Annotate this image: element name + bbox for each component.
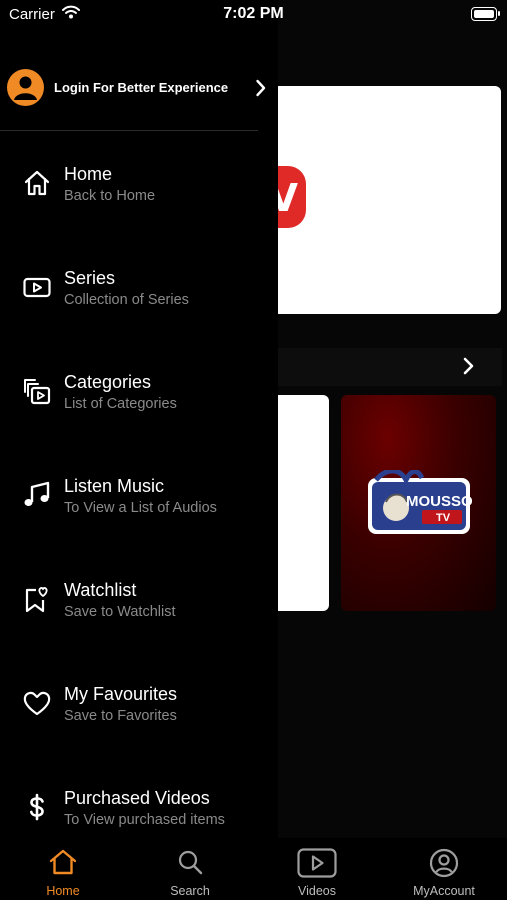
mousso-tv-logo: MOUSSO TV (368, 470, 472, 534)
tab-search[interactable]: Search (127, 838, 253, 900)
menu-item-subtitle: To View a List of Audios (64, 500, 217, 516)
menu-item-subtitle: Back to Home (64, 188, 156, 204)
menu-item-title: Listen Music (64, 476, 165, 496)
menu-item-subtitle: Collection of Series (64, 292, 189, 308)
menu-item-subtitle: Save to Favorites (64, 708, 177, 724)
tab-bar: Home Search Videos MyAccount (0, 838, 507, 900)
account-icon (429, 848, 459, 878)
music-note-icon (24, 481, 50, 506)
login-label[interactable]: Login For Better Experience (54, 80, 228, 95)
side-drawer: Login For Better Experience Home Back to… (0, 0, 278, 900)
search-icon (178, 850, 203, 875)
divider (0, 130, 258, 131)
play-box-icon (23, 277, 51, 298)
tab-videos[interactable]: Videos (254, 838, 380, 900)
tab-label: Home (46, 884, 80, 898)
tab-label: MyAccount (413, 884, 475, 898)
menu-item-subtitle: To View purchased items (64, 812, 225, 828)
clock: 7:02 PM (223, 5, 284, 22)
tab-myaccount[interactable]: MyAccount (381, 838, 507, 900)
account-icon (14, 76, 37, 100)
menu-item-series[interactable]: Series Collection of Series (0, 268, 278, 328)
menu-item-categories[interactable]: Categories List of Categories (0, 372, 278, 432)
home-icon (49, 849, 77, 875)
play-box-icon (297, 848, 337, 878)
menu-item-title: Series (64, 268, 116, 288)
tab-label: Videos (298, 884, 336, 898)
menu-item-subtitle: Save to Watchlist (64, 604, 176, 620)
home-icon (24, 170, 50, 196)
chevron-right-icon[interactable] (255, 78, 267, 98)
menu-item-title: Home (64, 164, 113, 184)
menu-item-title: Purchased Videos (64, 788, 210, 808)
dollar-icon (30, 793, 44, 821)
avatar[interactable] (7, 69, 44, 106)
tab-home[interactable]: Home (0, 838, 126, 900)
menu-item-listen-music[interactable]: Listen Music To View a List of Audios (0, 476, 278, 536)
logo-text-top: MOUSSO (406, 493, 472, 510)
menu-item-title: My Favourites (64, 684, 178, 704)
chevron-right-icon[interactable] (462, 356, 476, 376)
login-row[interactable]: Login For Better Experience (0, 68, 278, 108)
featured-banner[interactable]: V (250, 86, 501, 314)
menu-item-subtitle: List of Categories (64, 396, 177, 412)
status-bar: Carrier 7:02 PM (0, 0, 507, 30)
video-thumbnail[interactable]: MOUSSO TV (341, 395, 496, 611)
menu-item-title: Watchlist (64, 580, 137, 600)
bookmark-heart-icon (25, 587, 48, 613)
menu-item-title: Categories (64, 372, 152, 392)
categories-icon (24, 379, 51, 405)
menu-item-home[interactable]: Home Back to Home (0, 164, 278, 224)
section-header[interactable] (278, 348, 502, 386)
logo-text-bottom: TV (436, 512, 451, 524)
battery-icon (471, 7, 500, 21)
heart-icon (23, 691, 51, 716)
tab-label: Search (170, 884, 210, 898)
menu-item-favourites[interactable]: My Favourites Save to Favorites (0, 684, 278, 744)
menu-item-watchlist[interactable]: Watchlist Save to Watchlist (0, 580, 278, 640)
